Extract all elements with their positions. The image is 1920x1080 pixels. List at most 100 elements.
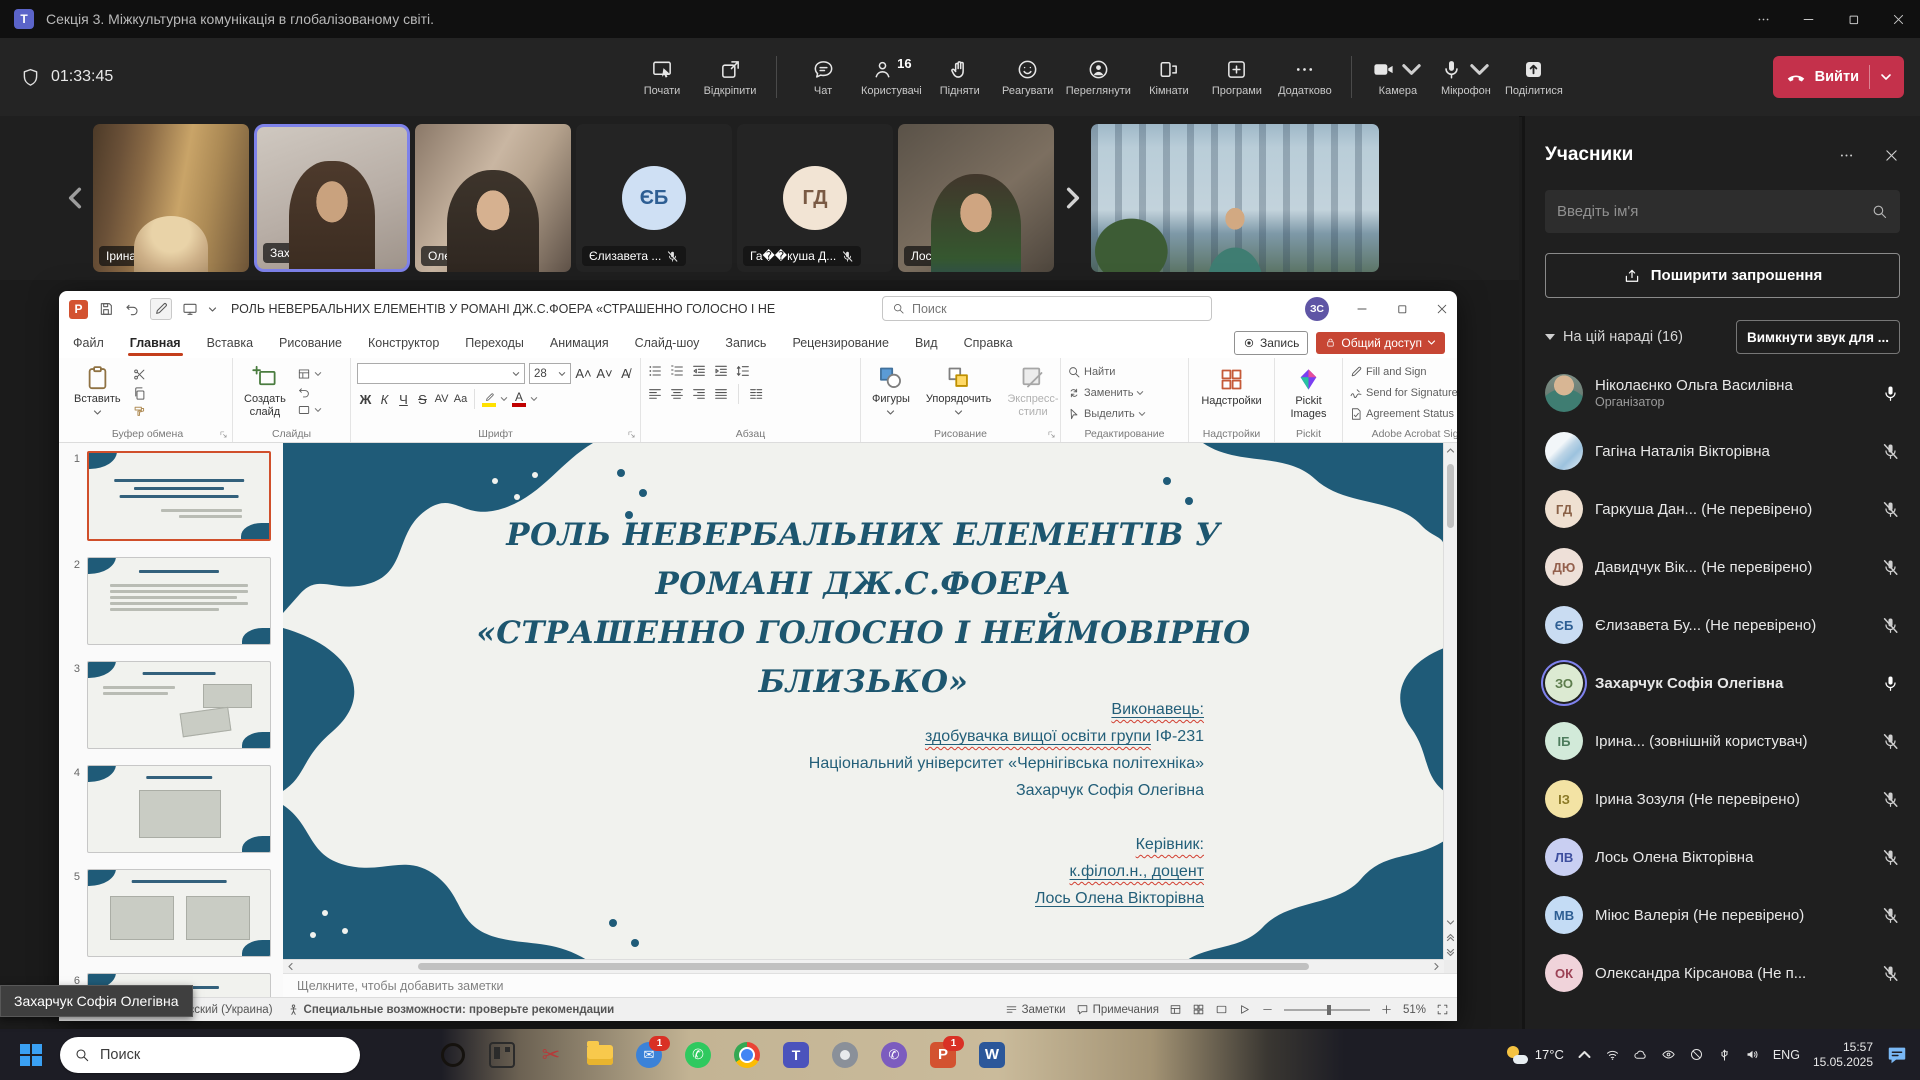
window-minimize-button[interactable] (1801, 12, 1816, 27)
toolbar-button-dots[interactable]: Додатково (1275, 58, 1335, 97)
taskbar-app-teams[interactable]: T (779, 1038, 813, 1072)
ppt-minimize-button[interactable] (1355, 302, 1369, 316)
font-size-select[interactable]: 28 (529, 363, 571, 384)
participant-row[interactable]: ГДГаркуша Дан... (Не перевірено) (1545, 480, 1900, 538)
underline-button[interactable]: Ч (395, 392, 412, 407)
toolbar-button-mic[interactable]: Мікрофон (1436, 58, 1496, 97)
video-tile[interactable]: Захарчук Софія... (254, 124, 410, 272)
ribbon-tab-7[interactable]: Анимация (548, 330, 611, 356)
video-tile[interactable]: Ірина Боги... (93, 124, 249, 272)
italic-button[interactable]: К (376, 392, 393, 407)
clear-formatting-button[interactable]: A̸ (617, 366, 634, 381)
participant-row[interactable]: Гагіна Наталія Вікторівна (1545, 422, 1900, 480)
reset-slide-icon[interactable] (297, 385, 311, 399)
mic-off-icon[interactable] (1881, 790, 1900, 809)
format-painter-icon[interactable] (132, 405, 147, 420)
participant-row[interactable]: ДЮДавидчук Вік... (Не перевірено) (1545, 538, 1900, 596)
toolbar-button-viewperson[interactable]: Переглянути (1066, 58, 1131, 97)
normal-view-icon[interactable] (1169, 1003, 1182, 1016)
scroll-up-icon[interactable] (1446, 446, 1455, 455)
mic-off-icon[interactable] (1881, 616, 1900, 635)
taskbar-app-chrome[interactable] (730, 1038, 764, 1072)
mute-all-button[interactable]: Вимкнути звук для ... (1736, 320, 1900, 354)
video-tile[interactable]: ГДГа��куша Д... (737, 124, 893, 272)
line-spacing-icon[interactable] (735, 363, 751, 379)
taskbar-app-whatsapp[interactable]: ✆ (681, 1038, 715, 1072)
mic-off-icon[interactable] (1881, 732, 1900, 751)
participants-more-icon[interactable] (1838, 147, 1855, 164)
mic-on-icon[interactable] (1881, 384, 1900, 403)
share-invite-button[interactable]: Поширити запрошення (1545, 253, 1900, 298)
fill-sign-icon[interactable] (1349, 365, 1363, 379)
toolbar-button-screenshare[interactable]: Почати (632, 58, 692, 97)
notes-toggle[interactable]: Заметки (1005, 1003, 1066, 1016)
bold-button[interactable]: Ж (357, 392, 374, 407)
toolbar-button-hand[interactable]: Підняти (930, 58, 990, 97)
layout-icon[interactable] (297, 367, 311, 381)
reading-view-icon[interactable] (1215, 1003, 1228, 1016)
privacy-icon[interactable] (1661, 1047, 1676, 1062)
grow-font-button[interactable]: A˄ (575, 366, 592, 381)
account-avatar[interactable]: ЗС (1305, 297, 1329, 321)
section-collapse-icon[interactable] (1545, 334, 1555, 340)
toolbar-button-smiley[interactable]: Реагувати (998, 58, 1058, 97)
taskbar-app-word[interactable]: W (975, 1038, 1009, 1072)
network-icon[interactable] (1605, 1047, 1620, 1062)
toolbar-button-plusapp[interactable]: Програми (1207, 58, 1267, 97)
replace-icon[interactable] (1067, 386, 1081, 400)
video-tile[interactable] (1091, 124, 1379, 272)
toolbar-button-camera[interactable]: Камера (1368, 58, 1428, 97)
notes-pane[interactable]: Щелкните, чтобы добавить заметки (283, 973, 1457, 997)
slide-thumbnail-2[interactable]: 2 (59, 549, 283, 653)
participant-row[interactable]: ЄБЄлизавета Бу... (Не перевірено) (1545, 596, 1900, 654)
taskbar-app-viber[interactable]: ✆ (877, 1038, 911, 1072)
taskbar-search[interactable]: Поиск (60, 1037, 360, 1073)
addins-button[interactable]: Надстройки (1196, 365, 1266, 409)
horizontal-scroll-thumb[interactable] (418, 963, 1309, 970)
ribbon-tab-5[interactable]: Конструктор (366, 330, 441, 356)
video-tile[interactable]: Лось Олен... (898, 124, 1054, 272)
ribbon-tab-2[interactable]: Главная (128, 330, 183, 356)
ribbon-tab-11[interactable]: Вид (913, 330, 940, 356)
chevron-down-icon[interactable] (1468, 58, 1491, 81)
leave-button[interactable]: Вийти (1773, 56, 1904, 98)
slide[interactable]: РОЛЬ НЕВЕРБАЛЬНИХ ЕЛЕМЕНТІВ УРОМАНІ ДЖ.С… (283, 443, 1444, 960)
leave-options-chevron-icon[interactable] (1880, 71, 1892, 83)
mic-off-icon[interactable] (1881, 906, 1900, 925)
video-tile[interactable]: ЄБЄлизавета ... (576, 124, 732, 272)
volume-icon[interactable] (1745, 1047, 1760, 1062)
participant-row[interactable]: ЛВЛось Олена Вікторівна (1545, 828, 1900, 886)
scroll-down-icon[interactable] (1446, 918, 1455, 927)
ppt-restore-button[interactable] (1395, 302, 1409, 316)
mic-off-icon[interactable] (1881, 442, 1900, 461)
change-case-button[interactable]: Aa (452, 393, 469, 405)
zoom-in-icon[interactable] (1380, 1003, 1393, 1016)
bullets-icon[interactable] (647, 363, 663, 379)
slide-thumbnail-5[interactable]: 5 (59, 861, 283, 965)
arrange-button[interactable]: Упорядочить (921, 363, 996, 418)
scroll-left-icon[interactable] (286, 962, 295, 971)
ribbon-tab-3[interactable]: Вставка (205, 330, 255, 356)
ribbon-tab-12[interactable]: Справка (962, 330, 1015, 356)
comments-toggle[interactable]: Примечания (1076, 1003, 1159, 1016)
increase-indent-icon[interactable] (713, 363, 729, 379)
character-spacing-button[interactable]: AV (433, 393, 450, 405)
taskbar-app-task-view[interactable] (485, 1038, 519, 1072)
chevron-down-icon[interactable] (1400, 58, 1423, 81)
send-signature-icon[interactable] (1349, 386, 1363, 400)
select-icon[interactable] (1067, 407, 1081, 421)
notification-center-icon[interactable] (1886, 1044, 1908, 1066)
toolbar-button-popout[interactable]: Відкріпити (700, 58, 760, 97)
ribbon-tab-1[interactable]: Файл (71, 330, 106, 356)
ribbon-tab-6[interactable]: Переходы (463, 330, 526, 356)
new-slide-button[interactable]: Создатьслайд (239, 363, 291, 419)
toolbar-button-people[interactable]: 16Користувачі (861, 58, 922, 97)
start-button[interactable] (12, 1036, 50, 1074)
justify-icon[interactable] (713, 386, 729, 402)
taskbar-app-powerpoint[interactable]: P1 (926, 1038, 960, 1072)
video-tile[interactable]: Олександр... (415, 124, 571, 272)
participant-search-input[interactable]: Введіть ім'я (1545, 190, 1900, 233)
toolbar-button-shareup[interactable]: Поділитися (1504, 58, 1564, 97)
zoom-slider[interactable] (1284, 1009, 1370, 1011)
zoom-out-icon[interactable] (1261, 1003, 1274, 1016)
